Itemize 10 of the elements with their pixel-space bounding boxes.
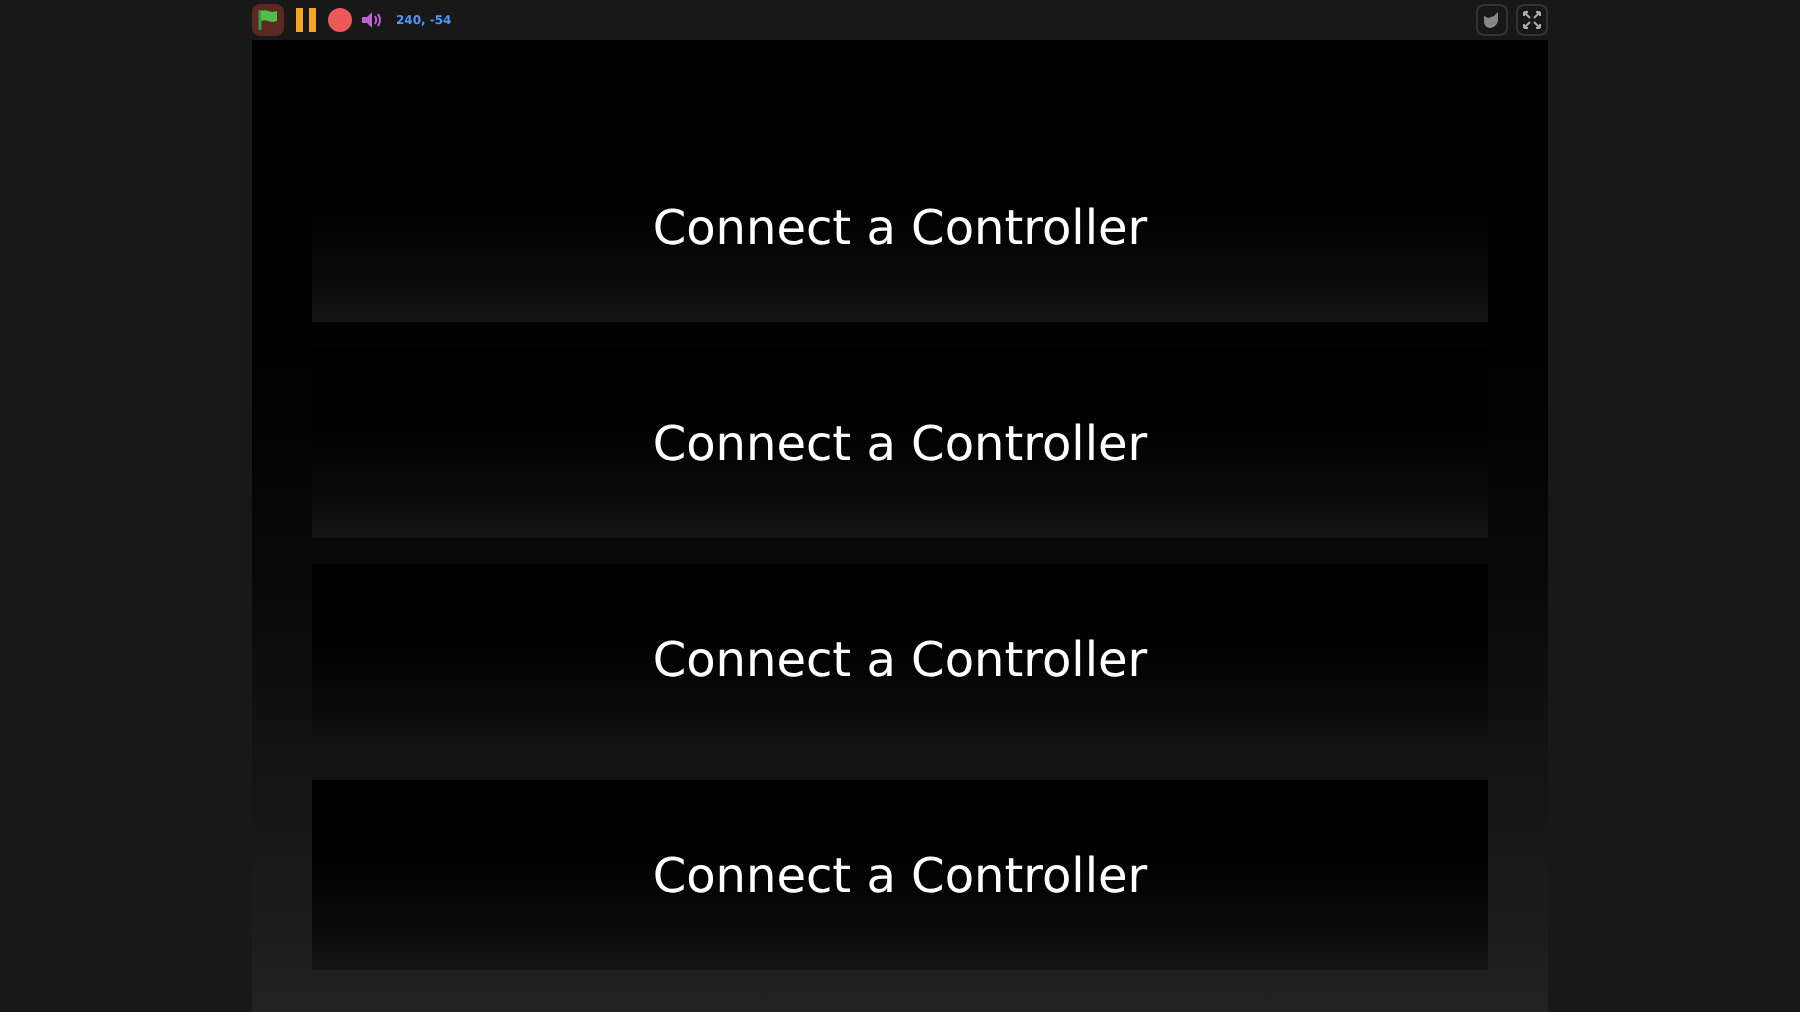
fullscreen-icon [1522, 10, 1542, 30]
flag-icon [256, 8, 280, 32]
stop-button[interactable] [328, 8, 352, 32]
fullscreen-button[interactable] [1516, 4, 1548, 36]
start-flag-button[interactable] [252, 4, 284, 36]
connect-controller-button[interactable]: Connect a Controller [312, 780, 1488, 970]
costume-view-button[interactable] [1476, 4, 1508, 36]
speaker-icon[interactable] [362, 12, 382, 28]
pause-icon [296, 8, 316, 32]
pause-button[interactable] [294, 6, 318, 34]
